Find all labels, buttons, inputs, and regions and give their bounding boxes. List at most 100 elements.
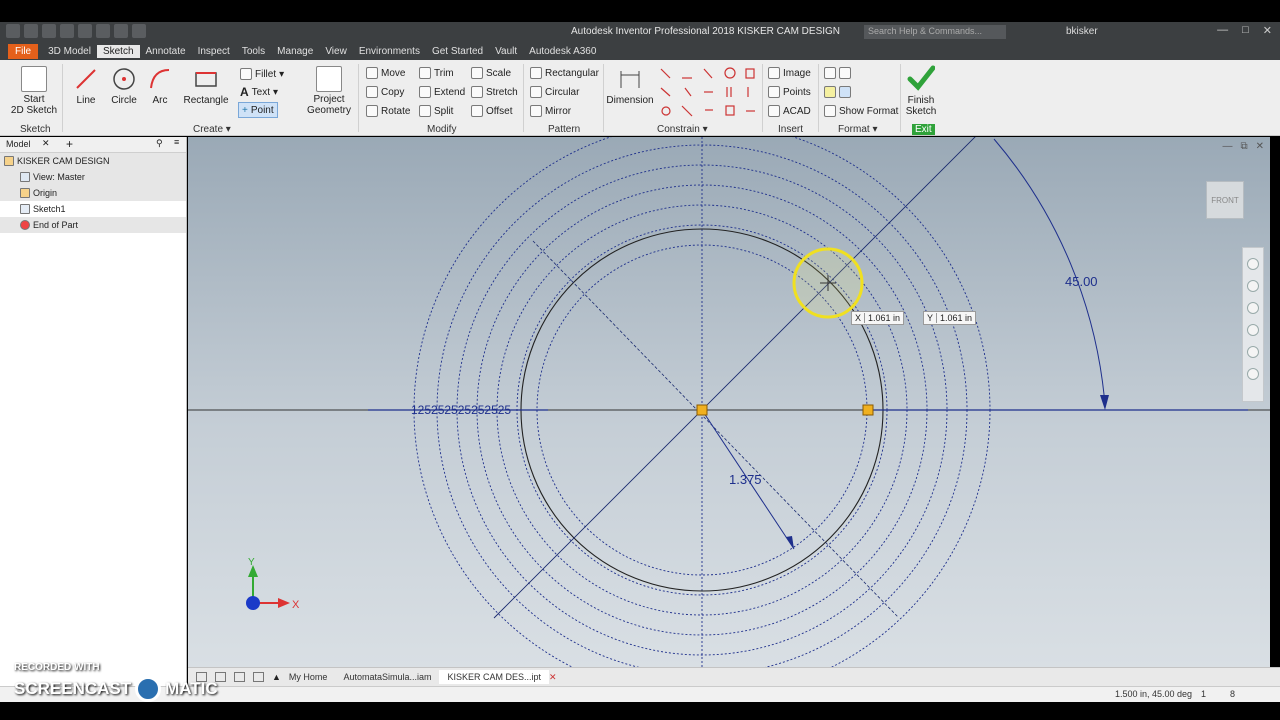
folder-icon [20,188,30,198]
undo-icon[interactable] [78,24,92,38]
steering-wheel-icon[interactable] [1247,258,1259,270]
menu-icon[interactable]: ≡ [174,137,179,147]
tree-item-root[interactable]: KISKER CAM DESIGN [0,153,186,169]
tree-item-view[interactable]: View: Master [0,169,186,185]
move-button[interactable]: Move [366,65,405,81]
coordinate-input-x[interactable]: X 1.061 in [851,311,905,325]
maximize-icon[interactable]: □ [1242,24,1249,37]
circular-pattern-button[interactable]: Circular [530,84,579,100]
tab-view[interactable]: View [319,45,353,58]
user-name[interactable]: bkisker [1066,26,1098,37]
arc-button[interactable]: Arc [136,66,184,106]
new-file-icon[interactable] [24,24,38,38]
image-button[interactable]: Image [768,65,811,81]
rotate-button[interactable]: Rotate [366,103,410,119]
doc-tab-automata[interactable]: AutomataSimula...iam [335,670,439,684]
arrange-icon[interactable] [234,672,245,682]
tree-item-sketch1[interactable]: Sketch1 [0,201,186,217]
print-icon[interactable] [132,24,146,38]
nav-menu-icon[interactable] [1247,368,1259,380]
view-icon [20,172,30,182]
split-button[interactable]: Split [419,103,453,119]
format-tool-1[interactable] [824,65,851,81]
restore-icon[interactable]: ⧉ [1240,141,1247,152]
dimension-icon [620,71,640,88]
coord-x-value[interactable]: 1.061 in [865,313,903,323]
minimize-icon[interactable]: — [1222,141,1232,152]
coordinate-input-y[interactable]: Y 1.061 in [923,311,977,325]
tab-annotate[interactable]: Annotate [140,45,192,58]
redo-icon[interactable] [96,24,110,38]
show-format-button[interactable]: Show Format [824,103,898,119]
point-button[interactable]: + Point [238,102,278,118]
close-tab-icon[interactable]: ✕ [549,672,557,683]
sketch-canvas[interactable]: Y X 45.00 1.375 125252525252525 [188,137,1270,667]
graphics-window[interactable]: Y X 45.00 1.375 125252525252525 — ⧉ ✕ FR… [188,137,1270,667]
save-icon[interactable] [60,24,74,38]
tab-tools[interactable]: Tools [236,45,271,58]
tab-vault[interactable]: Vault [489,45,523,58]
close-icon[interactable]: ✕ [42,138,50,149]
tab-file[interactable]: File [8,43,39,59]
help-search-input[interactable]: Search Help & Commands... [864,25,1006,39]
center-point [696,404,708,416]
tab-3d-model[interactable]: 3D Model [42,45,97,58]
constrain-panel-label[interactable]: Constrain ▾ [657,124,708,135]
fillet-button[interactable]: Fillet ▾ [240,66,284,82]
format-panel-label[interactable]: Format ▾ [838,124,877,135]
orbit-icon[interactable] [1247,324,1259,336]
tab-manage[interactable]: Manage [271,45,319,58]
tab-get-started[interactable]: Get Started [426,45,489,58]
offset-button[interactable]: Offset [471,103,513,119]
format-tool-2[interactable] [824,84,851,100]
graphics-window-controls: — ⧉ ✕ [1222,141,1264,152]
viewcube[interactable]: FRONT [1206,181,1244,219]
add-browser-icon[interactable]: + [66,137,73,151]
extend-button[interactable]: Extend [419,84,465,100]
scale-icon [471,67,483,79]
tab-environments[interactable]: Environments [353,45,426,58]
rectangle-button[interactable]: Rectangle [182,66,230,106]
doc-tab-my-home[interactable]: My Home [281,670,336,684]
dimension-button[interactable]: Dimension [605,66,655,106]
rectangular-pattern-button[interactable]: Rectangular [530,65,599,81]
end-of-part-icon [20,220,30,230]
doc-tab-kisker-cam[interactable]: KISKER CAM DES...ipt [439,670,550,684]
finish-sketch-label-2: Sketch [905,106,937,117]
project-geometry-button[interactable]: Project Geometry [306,66,352,116]
points-button[interactable]: Points [768,84,811,100]
mirror-button[interactable]: Mirror [530,103,571,119]
close-icon[interactable]: ✕ [1256,141,1264,152]
triad [246,565,290,610]
tab-inspect[interactable]: Inspect [192,45,236,58]
modify-panel-label: Modify [427,124,457,135]
copy-button[interactable]: Copy [366,84,404,100]
browser-tab-model[interactable]: Model [6,139,31,149]
scale-button[interactable]: Scale [471,65,511,81]
tab-sketch[interactable]: Sketch [96,44,140,58]
text-button[interactable]: A Text ▾ [240,84,278,100]
tab-menu-icon[interactable]: ▲ [272,672,281,682]
look-at-icon[interactable] [1247,346,1259,358]
tree-item-origin[interactable]: Origin [0,185,186,201]
minimize-icon[interactable]: — [1217,24,1228,37]
home-icon[interactable] [114,24,128,38]
search-icon[interactable]: ⚲ [156,138,163,149]
app-menu-icon[interactable] [6,24,20,38]
pan-icon[interactable] [1247,280,1259,292]
close-icon[interactable]: ✕ [1263,24,1272,37]
acad-button[interactable]: ACAD [768,103,811,119]
zoom-icon[interactable] [1247,302,1259,314]
rectangle-label: Rectangle [183,95,229,106]
stretch-button[interactable]: Stretch [471,84,518,100]
coord-y-value[interactable]: 1.061 in [937,313,975,323]
window-list-icon[interactable] [253,672,264,682]
create-panel-label[interactable]: Create ▾ [193,124,231,135]
tree-item-end-of-part[interactable]: End of Part [0,217,186,233]
axis-x-label: X [292,599,300,611]
tab-autodesk-a360[interactable]: Autodesk A360 [523,45,602,58]
finish-sketch-button[interactable]: Finish Sketch [897,64,945,117]
start-2d-sketch-button[interactable]: Start 2D Sketch [10,66,58,116]
open-file-icon[interactable] [42,24,56,38]
trim-button[interactable]: Trim [419,65,454,81]
